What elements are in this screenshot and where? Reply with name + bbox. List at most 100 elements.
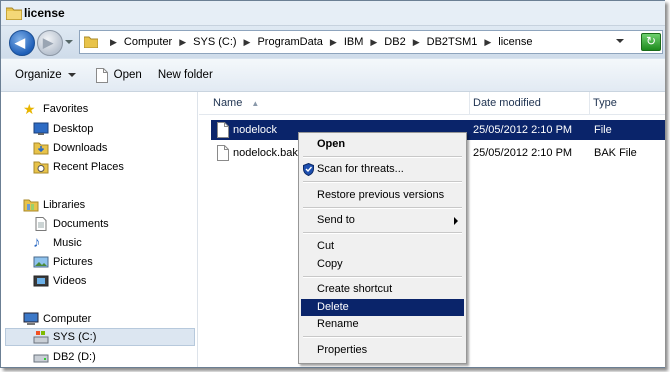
crumb-programdata[interactable]: ProgramData [256, 36, 323, 48]
open-label: Open [113, 69, 142, 81]
nav-label: DB2 (D:) [53, 351, 96, 363]
file-icon [217, 122, 229, 138]
chevron-right-icon[interactable]: ▶ [330, 37, 337, 48]
chevron-right-icon[interactable]: ▶ [179, 37, 186, 48]
file-type: BAK File [594, 147, 637, 159]
nav-recent-places[interactable]: Recent Places [33, 158, 124, 176]
nav-label: Computer [43, 313, 92, 325]
menu-item-restore[interactable]: Restore previous versions [301, 187, 464, 204]
pictures-icon [33, 256, 49, 268]
column-label: Type [593, 97, 617, 109]
menu-item-label: Scan for threats... [317, 163, 404, 175]
menu-item-label: Send to [317, 214, 355, 226]
folder-icon [84, 36, 98, 48]
menu-item-label: Open [317, 138, 346, 150]
menu-item-label: Delete [317, 301, 349, 313]
arrow-left-icon: ◀ [15, 35, 25, 50]
file-type: File [594, 124, 612, 136]
chevron-right-icon[interactable]: ▶ [244, 37, 251, 48]
file-date: 25/05/2012 2:10 PM [473, 147, 573, 159]
nav-desktop[interactable]: Desktop [33, 120, 93, 138]
file-date: 25/05/2012 2:10 PM [473, 124, 573, 136]
crumb-license[interactable]: license [497, 36, 533, 48]
chevron-right-icon[interactable]: ▶ [413, 37, 420, 48]
menu-item-copy[interactable]: Copy [301, 256, 464, 273]
address-row: ◀ ▶ ▶ Computer ▶ SYS (C:) ▶ ProgramData … [1, 26, 665, 58]
crumb-db2tsm1[interactable]: DB2TSM1 [426, 36, 479, 48]
column-label: Name [213, 97, 243, 109]
window-title: license [24, 6, 65, 20]
chevron-right-icon[interactable]: ▶ [110, 37, 117, 48]
menu-item-send-to[interactable]: Send to [301, 212, 464, 229]
menu-item-delete[interactable]: Delete [301, 299, 464, 316]
nav-downloads[interactable]: Downloads [33, 139, 107, 157]
menu-item-label: Rename [317, 318, 359, 330]
nav-label: Desktop [53, 123, 94, 135]
nav-favorites[interactable]: ★ Favorites [23, 100, 88, 118]
menu-item-create-shortcut[interactable]: Create shortcut [301, 281, 464, 298]
nav-pictures[interactable]: Pictures [33, 253, 93, 271]
organize-button[interactable]: Organize [15, 69, 76, 81]
nav-computer[interactable]: Computer [23, 310, 91, 328]
nav-label: Videos [53, 275, 87, 287]
menu-item-label: Copy [317, 258, 343, 270]
recent-pages-dropdown[interactable] [65, 40, 73, 44]
star-icon: ★ [23, 101, 36, 117]
title-bar[interactable]: license [1, 1, 665, 26]
chevron-right-icon[interactable]: ▶ [484, 37, 491, 48]
menu-item-cut[interactable]: Cut [301, 238, 464, 255]
column-header-type[interactable]: Type [593, 92, 665, 114]
refresh-button[interactable]: ↻ [641, 33, 661, 51]
crumb-ibm[interactable]: IBM [343, 36, 365, 48]
forward-button[interactable]: ▶ [37, 30, 63, 56]
documents-icon [35, 217, 47, 231]
nav-libraries[interactable]: Libraries [23, 196, 85, 214]
crumb-db2[interactable]: DB2 [383, 36, 406, 48]
videos-icon [33, 275, 49, 287]
crumb-computer[interactable]: Computer [123, 36, 173, 48]
address-history-dropdown[interactable] [616, 39, 624, 43]
libraries-icon [23, 199, 39, 212]
nav-label: Libraries [43, 199, 86, 211]
nav-sys-drive[interactable]: SYS (C:) [5, 328, 195, 346]
menu-separator [303, 232, 462, 234]
file-name: nodelock.bak [233, 147, 298, 159]
new-folder-label: New folder [157, 69, 213, 81]
shield-icon [303, 163, 314, 176]
address-bar[interactable]: ▶ Computer ▶ SYS (C:) ▶ ProgramData ▶ IB… [79, 30, 663, 54]
column-headers: Name ▲ Date modified Type [199, 92, 665, 115]
computer-icon [23, 312, 39, 325]
chevron-down-icon [67, 73, 76, 77]
menu-separator [303, 156, 462, 158]
menu-separator [303, 181, 462, 183]
nav-label: Downloads [53, 142, 108, 154]
nav-db2-drive[interactable]: DB2 (D:) [33, 348, 96, 366]
nav-videos[interactable]: Videos [33, 272, 86, 290]
nav-music[interactable]: ♪ Music [33, 234, 82, 252]
menu-item-scan[interactable]: Scan for threats... [301, 161, 464, 178]
column-header-name[interactable]: Name ▲ [213, 92, 470, 114]
command-bar: Organize Open New folder [1, 59, 665, 92]
nav-label: Music [53, 237, 82, 249]
chevron-right-icon[interactable]: ▶ [370, 37, 377, 48]
new-folder-button[interactable]: New folder [158, 69, 213, 81]
column-header-date[interactable]: Date modified [473, 92, 590, 114]
crumb-sys-drive[interactable]: SYS (C:) [192, 36, 237, 48]
menu-separator [303, 336, 462, 338]
sort-ascending-icon: ▲ [251, 99, 260, 108]
nav-documents[interactable]: Documents [33, 215, 109, 233]
menu-item-properties[interactable]: Properties [301, 342, 464, 359]
menu-item-open[interactable]: Open [301, 136, 464, 153]
column-label: Date modified [473, 97, 541, 109]
menu-item-rename[interactable]: Rename [301, 316, 464, 333]
navigation-pane[interactable]: ★ Favorites Desktop Downloads Recent Pla… [1, 92, 198, 367]
folder-icon [6, 7, 22, 20]
document-icon [95, 67, 108, 83]
open-button[interactable]: Open [95, 67, 142, 83]
menu-separator [303, 276, 462, 278]
back-button[interactable]: ◀ [9, 30, 35, 56]
drive-icon [33, 354, 49, 363]
nav-label: Pictures [53, 256, 93, 268]
menu-item-label: Restore previous versions [317, 189, 445, 201]
nav-label: Documents [53, 218, 109, 230]
